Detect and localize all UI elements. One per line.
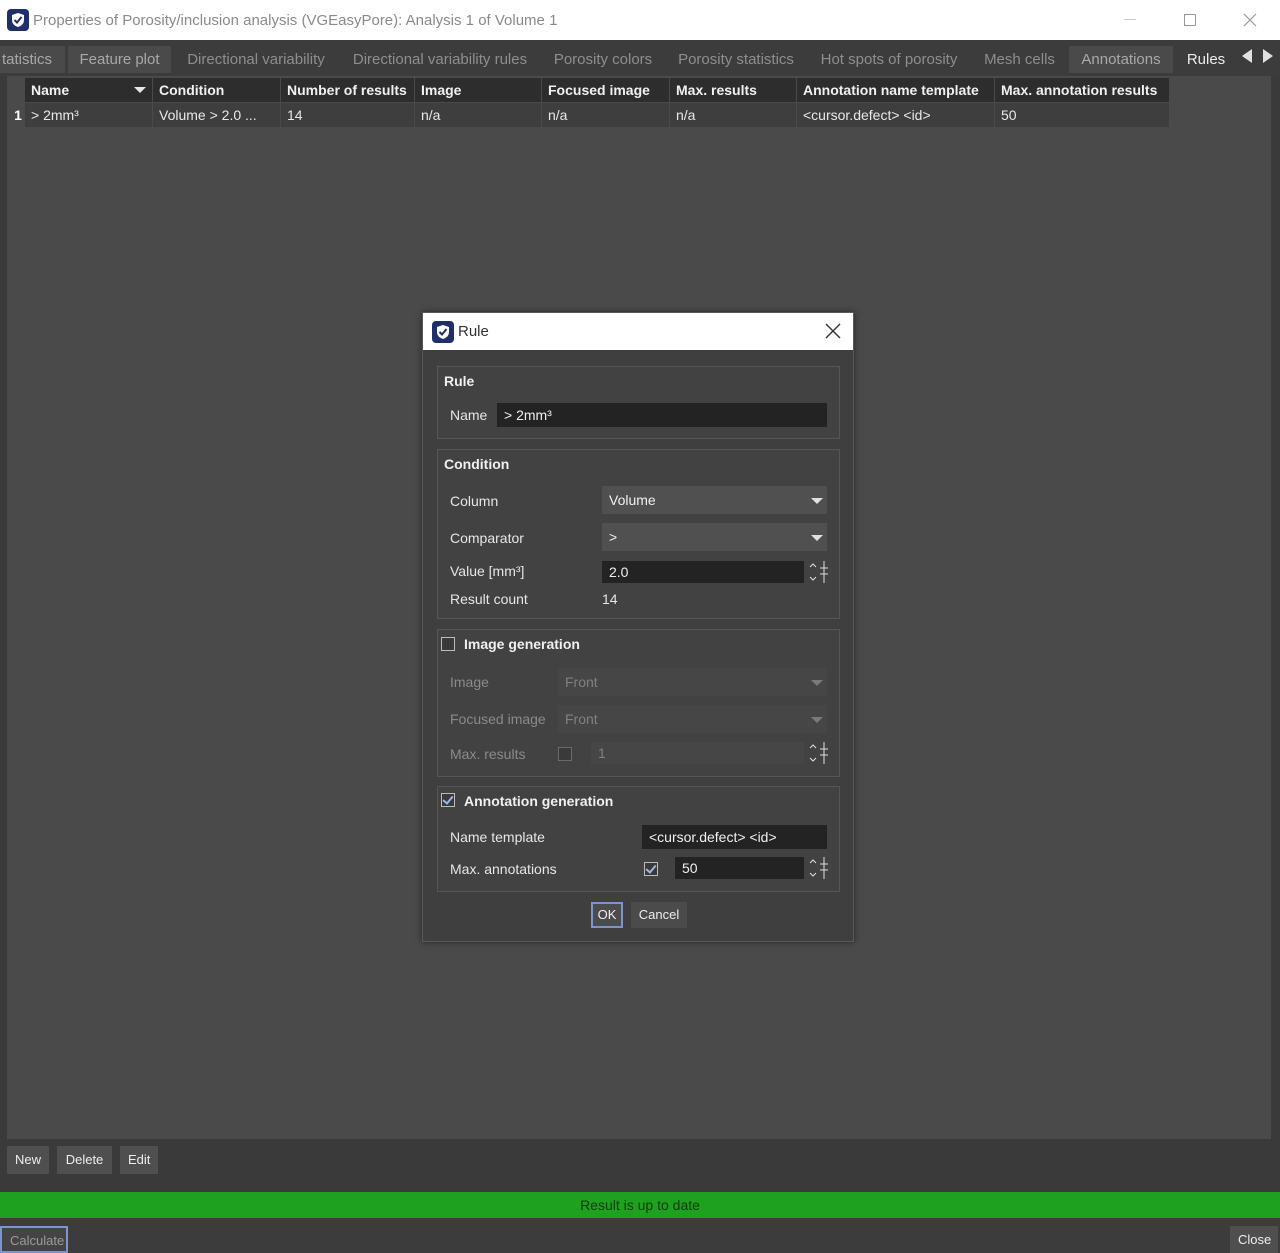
dialog-title: Rule xyxy=(458,323,489,340)
image-select-value: Front xyxy=(565,674,598,690)
tab-hot-spots[interactable]: Hot spots of porosity xyxy=(808,46,970,73)
tab-annotations[interactable]: Annotations xyxy=(1069,46,1173,73)
image-generation-checkbox[interactable] xyxy=(441,637,455,651)
name-template-input[interactable]: <cursor.defect> <id> xyxy=(642,825,827,849)
image-label: Image xyxy=(450,674,489,690)
rule-group: Rule Name > 2mm³ xyxy=(437,366,840,439)
tab-feature-plot[interactable]: Feature plot xyxy=(68,46,171,73)
image-generation-title: Image generation xyxy=(464,636,580,652)
tab-bar: tatistics Feature plot Directional varia… xyxy=(0,40,1280,76)
comparator-select-value: > xyxy=(609,529,618,545)
cancel-button[interactable]: Cancel xyxy=(631,902,687,928)
name-template-label: Name template xyxy=(450,829,545,845)
column-header-max-annotation-results[interactable]: Max. annotation results xyxy=(995,78,1170,102)
focused-image-select-value: Front xyxy=(565,711,598,727)
delete-button[interactable]: Delete xyxy=(57,1146,112,1174)
table-row[interactable]: > 2mm³ Volume > 2.0 ... 14 n/a n/a n/a <… xyxy=(25,103,1170,127)
column-select-value: Volume xyxy=(609,492,656,508)
tab-scroll-right-icon[interactable] xyxy=(1260,46,1276,66)
column-header-annotation-name-template[interactable]: Annotation name template xyxy=(797,78,995,102)
dialog-title-bar: Rule xyxy=(423,313,853,350)
calculate-button[interactable]: Calculate xyxy=(0,1226,68,1253)
value-spinbox[interactable]: 2.0 xyxy=(602,561,804,583)
app-logo-icon xyxy=(7,9,29,31)
cell-max-results: n/a xyxy=(670,103,797,127)
annotation-generation-title: Annotation generation xyxy=(464,793,614,809)
column-header-focused-image[interactable]: Focused image xyxy=(542,78,670,102)
column-header-image[interactable]: Image xyxy=(415,78,542,102)
max-results-label: Max. results xyxy=(450,746,526,762)
app-logo-icon xyxy=(432,320,454,343)
result-count-label: Result count xyxy=(450,591,528,607)
column-header-condition[interactable]: Condition xyxy=(153,78,281,102)
chevron-down-icon xyxy=(811,680,823,686)
tab-statistics[interactable]: tatistics xyxy=(0,46,65,73)
name-label: Name xyxy=(450,407,488,423)
condition-group: Condition Column Volume Comparator > Val… xyxy=(437,449,840,619)
table-header: Name Condition Number of results Image F… xyxy=(25,78,1170,102)
cell-condition: Volume > 2.0 ... xyxy=(153,103,281,127)
tab-porosity-colors[interactable]: Porosity colors xyxy=(543,46,663,73)
cell-name: > 2mm³ xyxy=(25,103,153,127)
annotation-generation-group: Annotation generation Name template <cur… xyxy=(437,786,840,892)
chevron-down-icon xyxy=(811,717,823,723)
chevron-down-icon xyxy=(811,535,823,541)
max-results-spinbox[interactable]: 1 xyxy=(591,742,804,764)
condition-group-title: Condition xyxy=(444,456,510,472)
slider-handle-icon[interactable] xyxy=(819,741,829,765)
rule-dialog: Rule Rule Name > 2mm³ Condition Column V… xyxy=(422,312,854,942)
new-button[interactable]: New xyxy=(7,1146,49,1174)
max-results-checkbox[interactable] xyxy=(558,747,572,761)
focused-image-select[interactable]: Front xyxy=(558,705,827,733)
image-generation-group: Image generation Image Front Focused ima… xyxy=(437,629,840,777)
image-select[interactable]: Front xyxy=(558,668,827,696)
status-bar: Result is up to date xyxy=(0,1192,1280,1218)
slider-handle-icon[interactable] xyxy=(819,856,829,880)
name-input[interactable]: > 2mm³ xyxy=(497,403,827,427)
comparator-select[interactable]: > xyxy=(602,523,827,551)
cell-annotation-name-template: <cursor.defect> <id> xyxy=(797,103,995,127)
comparator-label: Comparator xyxy=(450,530,524,546)
window-title-bar: Properties of Porosity/inclusion analysi… xyxy=(0,0,1280,40)
tab-scroll-left-icon[interactable] xyxy=(1239,46,1255,66)
cell-max-annotation-results: 50 xyxy=(995,103,1170,127)
column-label: Column xyxy=(450,493,499,509)
sort-down-icon xyxy=(134,87,146,93)
minimize-icon[interactable] xyxy=(1100,0,1160,40)
max-annotations-checkbox[interactable] xyxy=(644,862,658,876)
ok-button[interactable]: OK xyxy=(591,902,623,928)
close-icon[interactable] xyxy=(1220,0,1280,40)
max-annotations-spinbox[interactable]: 50 xyxy=(675,857,804,879)
column-select[interactable]: Volume xyxy=(602,486,827,514)
close-button[interactable]: Close xyxy=(1230,1226,1278,1253)
annotation-generation-checkbox[interactable] xyxy=(441,793,455,807)
tab-rules[interactable]: Rules xyxy=(1176,46,1236,73)
max-annotations-label: Max. annotations xyxy=(450,861,557,877)
footer: Calculate Close xyxy=(0,1218,1280,1253)
tab-directional-variability[interactable]: Directional variability xyxy=(174,46,338,73)
focused-image-label: Focused image xyxy=(450,711,546,727)
result-count-value: 14 xyxy=(602,591,618,607)
value-label: Value [mm³] xyxy=(450,563,525,579)
column-header-number-of-results[interactable]: Number of results xyxy=(281,78,415,102)
tab-directional-variability-rules[interactable]: Directional variability rules xyxy=(340,46,540,73)
chevron-down-icon xyxy=(811,498,823,504)
status-text: Result is up to date xyxy=(580,1197,700,1213)
close-icon[interactable] xyxy=(823,321,843,341)
window-title: Properties of Porosity/inclusion analysi… xyxy=(33,11,558,29)
column-header-label: Name xyxy=(31,82,70,98)
rule-group-title: Rule xyxy=(444,373,475,389)
tab-porosity-statistics[interactable]: Porosity statistics xyxy=(667,46,805,73)
tab-mesh-cells[interactable]: Mesh cells xyxy=(973,46,1066,73)
maximize-icon[interactable] xyxy=(1160,0,1220,40)
cell-image: n/a xyxy=(415,103,542,127)
cell-focused-image: n/a xyxy=(542,103,670,127)
column-header-name[interactable]: Name xyxy=(25,78,153,102)
column-header-max-results[interactable]: Max. results xyxy=(670,78,797,102)
cell-number-of-results: 14 xyxy=(281,103,415,127)
slider-handle-icon[interactable] xyxy=(819,560,829,584)
edit-button[interactable]: Edit xyxy=(120,1146,158,1174)
